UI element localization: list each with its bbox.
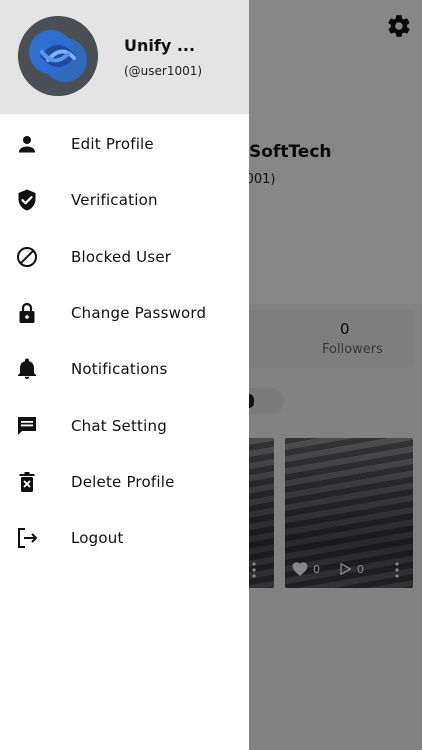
verified-shield-icon [15,188,39,212]
menu-item-label: Verification [71,191,158,210]
menu-item-logout[interactable]: Logout [0,510,249,566]
menu-item-label: Delete Profile [71,472,175,491]
menu-item-change-password[interactable]: Change Password [0,285,249,341]
menu-item-label: Change Password [71,304,207,323]
menu-item-edit-profile[interactable]: Edit Profile [0,116,249,172]
logout-icon [15,526,39,550]
avatar[interactable] [18,16,98,96]
menu-item-label: Edit Profile [71,135,154,154]
menu-item-label: Blocked User [71,247,172,266]
menu-item-label: Chat Setting [71,416,167,435]
chat-icon [15,414,39,438]
navigation-drawer: Unify ... (@user1001) Edit Profile Verif… [0,0,249,750]
block-icon [15,245,39,269]
user-handle: (@user1001) [124,64,203,78]
menu-item-label: Notifications [71,360,168,379]
unify-logo-icon [18,16,98,96]
menu-item-notifications[interactable]: Notifications [0,341,249,397]
menu-item-verification[interactable]: Verification [0,172,249,228]
drawer-header: Unify ... (@user1001) [0,0,249,114]
menu-item-chat-setting[interactable]: Chat Setting [0,397,249,453]
bell-icon [15,357,39,381]
drawer-menu: Edit Profile Verification Blocked User C… [0,116,249,566]
menu-item-label: Logout [71,529,124,548]
lock-icon [15,301,39,325]
person-icon [15,132,39,156]
menu-item-delete-profile[interactable]: Delete Profile [0,454,249,510]
menu-item-blocked-user[interactable]: Blocked User [0,229,249,285]
delete-icon [15,470,39,494]
user-name: Unify ... [124,36,196,55]
